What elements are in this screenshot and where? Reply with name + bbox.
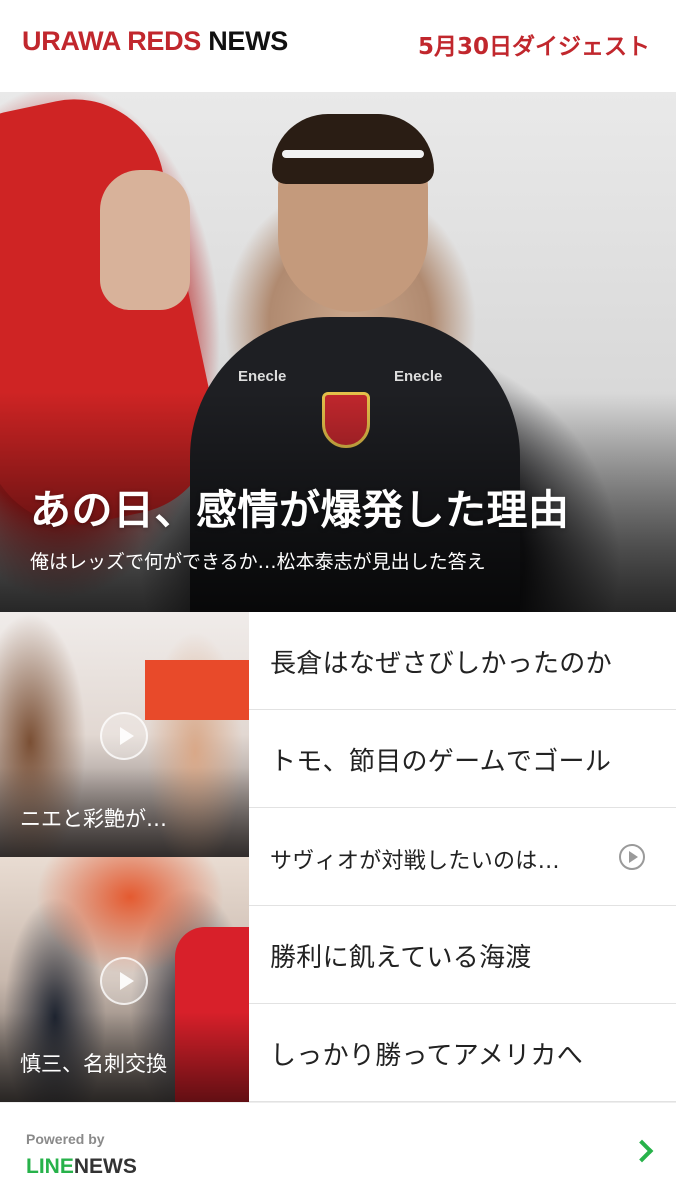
play-circle-icon[interactable] (100, 957, 148, 1005)
play-circle-icon[interactable] (100, 712, 148, 760)
sponsor-logo-left: Enecle (238, 368, 287, 385)
hero-photo-headband (282, 150, 424, 158)
brand-title[interactable]: URAWA REDS NEWS (22, 26, 288, 57)
video-thumbnail-1[interactable]: ニエと彩艶が… (0, 612, 249, 857)
headline-label: サヴィオが対戦したいのは… (270, 849, 560, 874)
footer[interactable]: Powered by LINENEWS (0, 1102, 676, 1200)
hero-photo-hand (100, 170, 190, 310)
powered-by-label: Powered by (26, 1131, 105, 1147)
thumbnail-banner (145, 660, 249, 720)
digest-date: 5月30日ダイジェスト (417, 34, 650, 60)
line-news-logo-news: NEWS (73, 1155, 137, 1178)
hero-article[interactable]: Enecle Enecle あの日、感情が爆発した理由 俺はレッズで何ができるか… (0, 92, 676, 612)
headline-list: 長倉はなぜさびしかったのか トモ、節目のゲームでゴール サヴィオが対戦したいのは… (249, 612, 676, 1102)
list-item[interactable]: 勝利に飢えている海渡 (249, 906, 676, 1004)
brand-title-news: NEWS (208, 26, 289, 56)
hero-subtitle: 俺はレッズで何ができるか…松本泰志が見出した答え (30, 551, 486, 573)
thumbnail-caption: 慎三、名刺交換 (20, 1052, 167, 1076)
list-item[interactable]: 長倉はなぜさびしかったのか (249, 612, 676, 710)
chevron-right-icon[interactable] (630, 1139, 654, 1163)
thumbnail-caption: ニエと彩艶が… (20, 807, 167, 831)
headline-label: トモ、節目のゲームでゴール (270, 747, 612, 777)
list-item[interactable]: しっかり勝ってアメリカへ (249, 1004, 676, 1102)
line-news-logo-line: LINE (26, 1155, 74, 1178)
brand-title-red: URAWA REDS (22, 26, 202, 56)
headline-label: しっかり勝ってアメリカへ (270, 1041, 584, 1071)
headline-label: 長倉はなぜさびしかったのか (270, 649, 612, 679)
hero-photo-hair (272, 114, 434, 184)
video-thumbnail-2[interactable]: 慎三、名刺交換 (0, 857, 249, 1102)
play-circle-icon (619, 844, 645, 870)
list-item[interactable]: サヴィオが対戦したいのは… (249, 808, 676, 906)
header: URAWA REDS NEWS 5月30日ダイジェスト (0, 0, 676, 92)
list-item[interactable]: トモ、節目のゲームでゴール (249, 710, 676, 808)
hero-title: あの日、感情が爆発した理由 (30, 486, 570, 534)
line-news-logo: LINENEWS (26, 1155, 137, 1179)
headline-label: 勝利に飢えている海渡 (270, 943, 532, 973)
sponsor-logo-right: Enecle (394, 368, 443, 385)
